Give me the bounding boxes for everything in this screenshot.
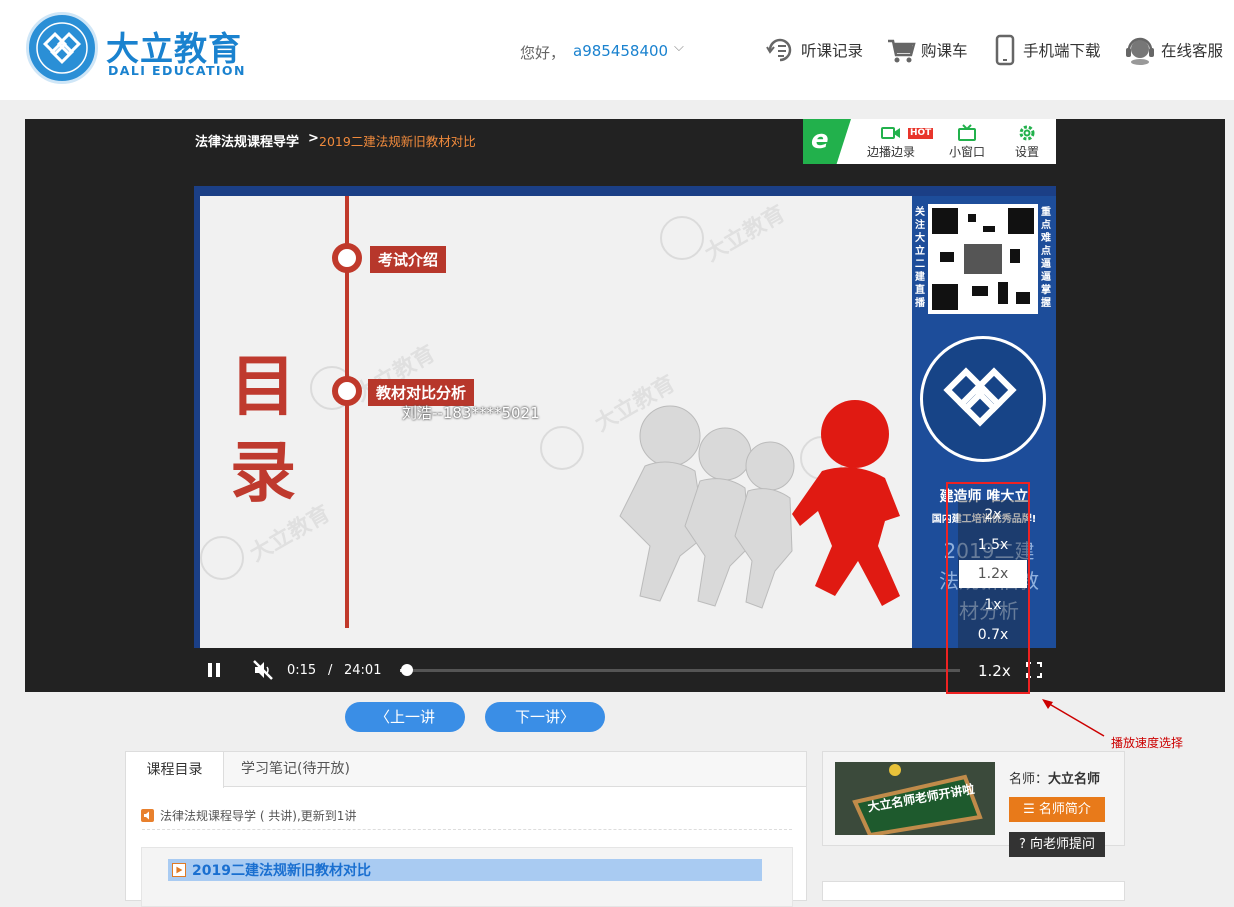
- watermark-logo: [660, 216, 704, 260]
- teacher-intro-button[interactable]: ☰ 名师简介: [1009, 797, 1105, 822]
- settings-label: 设置: [1014, 145, 1039, 159]
- tv-icon: [958, 124, 976, 141]
- user-watermark: 刘浩--183****5021: [402, 404, 540, 422]
- hot-badge: HOT: [908, 128, 934, 139]
- chevron-down-icon[interactable]: ⌵: [674, 40, 684, 55]
- brand-name-en: DALI EDUCATION: [108, 63, 246, 78]
- progress-handle[interactable]: [400, 664, 413, 676]
- ask-teacher-label: 向老师提问: [1030, 837, 1096, 852]
- record-label: 边播边录: [866, 145, 915, 159]
- greeting-text: 您好，: [520, 44, 566, 62]
- course-panel: 课程目录 学习笔记(待开放) 法律法规课程导学 ( 共讲),更新到1讲 2019…: [125, 751, 807, 907]
- teacher-banner-image: 大立名师老师开讲啦: [835, 762, 995, 835]
- watermark-logo: [200, 536, 244, 580]
- next-lesson-button[interactable]: 下一讲〉: [485, 702, 605, 732]
- pause-icon[interactable]: [206, 662, 222, 678]
- mini-window-button[interactable]: 小窗口: [945, 123, 989, 160]
- teacher-panel-lower: [822, 881, 1125, 901]
- lesson-list: 2019二建法规新旧教材对比: [141, 847, 793, 907]
- teacher-name: 大立名师: [1048, 772, 1101, 787]
- mobile-icon: [995, 34, 1015, 66]
- record-icon: [881, 127, 900, 139]
- player-controls: 0:15 / 24:01 1.2x: [194, 648, 1056, 692]
- lecture-slide: 大立教育 大立教育 大立教育 大立教育 考试介绍 教材对比分析 目录 刘浩--1…: [200, 196, 912, 658]
- current-time: 0:15: [287, 663, 317, 678]
- player-toolbar: e 边播边录 HOT 小窗口 设置: [803, 119, 1056, 164]
- annotation-label: 播放速度选择: [1111, 736, 1184, 750]
- slide-item-exam-intro: 考试介绍: [370, 246, 447, 273]
- teacher-intro-label: 名师简介: [1038, 802, 1091, 817]
- chevron-right-icon: 〉: [560, 708, 576, 726]
- nav-mobile-label: 手机端下载: [1023, 42, 1101, 60]
- nav-history-label: 听课记录: [801, 42, 864, 60]
- timeline-dot: [332, 243, 362, 273]
- video-frame[interactable]: 大立教育 大立教育 大立教育 大立教育 考试介绍 教材对比分析 目录 刘浩--1…: [194, 186, 1056, 692]
- teacher-label-prefix: 名师：: [1009, 772, 1049, 787]
- course-summary: 法律法规课程导学 ( 共讲),更新到1讲: [160, 809, 357, 823]
- lesson-row-active[interactable]: 2019二建法规新旧教材对比: [168, 859, 762, 881]
- site-header: 大立教育 DALI EDUCATION 您好， a985458400 ⌵ 听课记…: [0, 0, 1234, 100]
- tab-catalog[interactable]: 课程目录: [126, 752, 224, 788]
- running-figures-illustration: [619, 400, 900, 609]
- mute-icon[interactable]: [252, 659, 274, 681]
- cart-icon: [888, 39, 916, 63]
- watermark-logo: [540, 426, 584, 470]
- mini-window-label: 小窗口: [948, 145, 985, 159]
- nav-cart[interactable]: 购课车: [886, 28, 968, 72]
- play-icon: [172, 863, 186, 877]
- teacher-label: 名师：大立名师: [1009, 768, 1100, 787]
- tab-bar: 课程目录 学习笔记(待开放): [126, 752, 806, 788]
- total-time: 24:01: [344, 663, 382, 678]
- username-link[interactable]: a985458400: [573, 42, 668, 60]
- breadcrumb-current: 2019二建法规新旧教材对比: [319, 134, 476, 149]
- nav-cart-label: 购课车: [921, 42, 968, 60]
- settings-button[interactable]: 设置: [1009, 123, 1045, 160]
- timeline-dot: [332, 376, 362, 406]
- logo-icon[interactable]: [26, 12, 98, 84]
- nav-history[interactable]: 听课记录: [764, 28, 863, 72]
- teacher-panel: 大立名师老师开讲啦 名师：大立名师 ☰ 名师简介 ? 向老师提问: [822, 751, 1125, 857]
- brand-seal-icon: [920, 336, 1046, 462]
- next-lesson-label: 下一讲: [514, 708, 560, 726]
- speaker-icon: [141, 809, 154, 822]
- history-icon: [766, 38, 792, 62]
- gear-icon: [1019, 125, 1035, 141]
- watermark-brand: 大立教育: [700, 201, 790, 267]
- annotation-arrow-icon: [1042, 699, 1105, 737]
- time-separator: /: [328, 663, 333, 678]
- slide-toc-title: 目录: [230, 348, 296, 511]
- prev-lesson-label: 上一讲: [390, 708, 436, 726]
- progress-bar[interactable]: [400, 669, 960, 672]
- breadcrumb-separator: >: [308, 131, 319, 146]
- ask-teacher-button[interactable]: ? 向老师提问: [1009, 832, 1105, 857]
- ie-icon: e: [803, 119, 851, 164]
- prev-lesson-button[interactable]: 〈上一讲: [345, 702, 465, 732]
- chevron-left-icon: 〈: [374, 708, 390, 726]
- qr-code: [928, 204, 1038, 314]
- lesson-title: 2019二建法规新旧教材对比: [192, 863, 371, 879]
- tab-notes[interactable]: 学习笔记(待开放): [241, 752, 350, 787]
- breadcrumb-parent[interactable]: 法律法规课程导学: [195, 131, 299, 150]
- nav-mobile[interactable]: 手机端下载: [994, 28, 1101, 72]
- speed-highlight-box: [946, 482, 1030, 694]
- nav-support-label: 在线客服: [1161, 42, 1224, 60]
- divider: [142, 829, 792, 830]
- promo-follow-text: 关注大立二建直播: [915, 207, 925, 309]
- list-icon: ☰: [1023, 802, 1039, 817]
- question-icon: ?: [1018, 837, 1031, 852]
- nav-support[interactable]: 在线客服: [1124, 28, 1223, 72]
- promo-focus-text: 重点难点逼逼掌握: [1041, 207, 1051, 309]
- headset-icon: [1126, 37, 1154, 65]
